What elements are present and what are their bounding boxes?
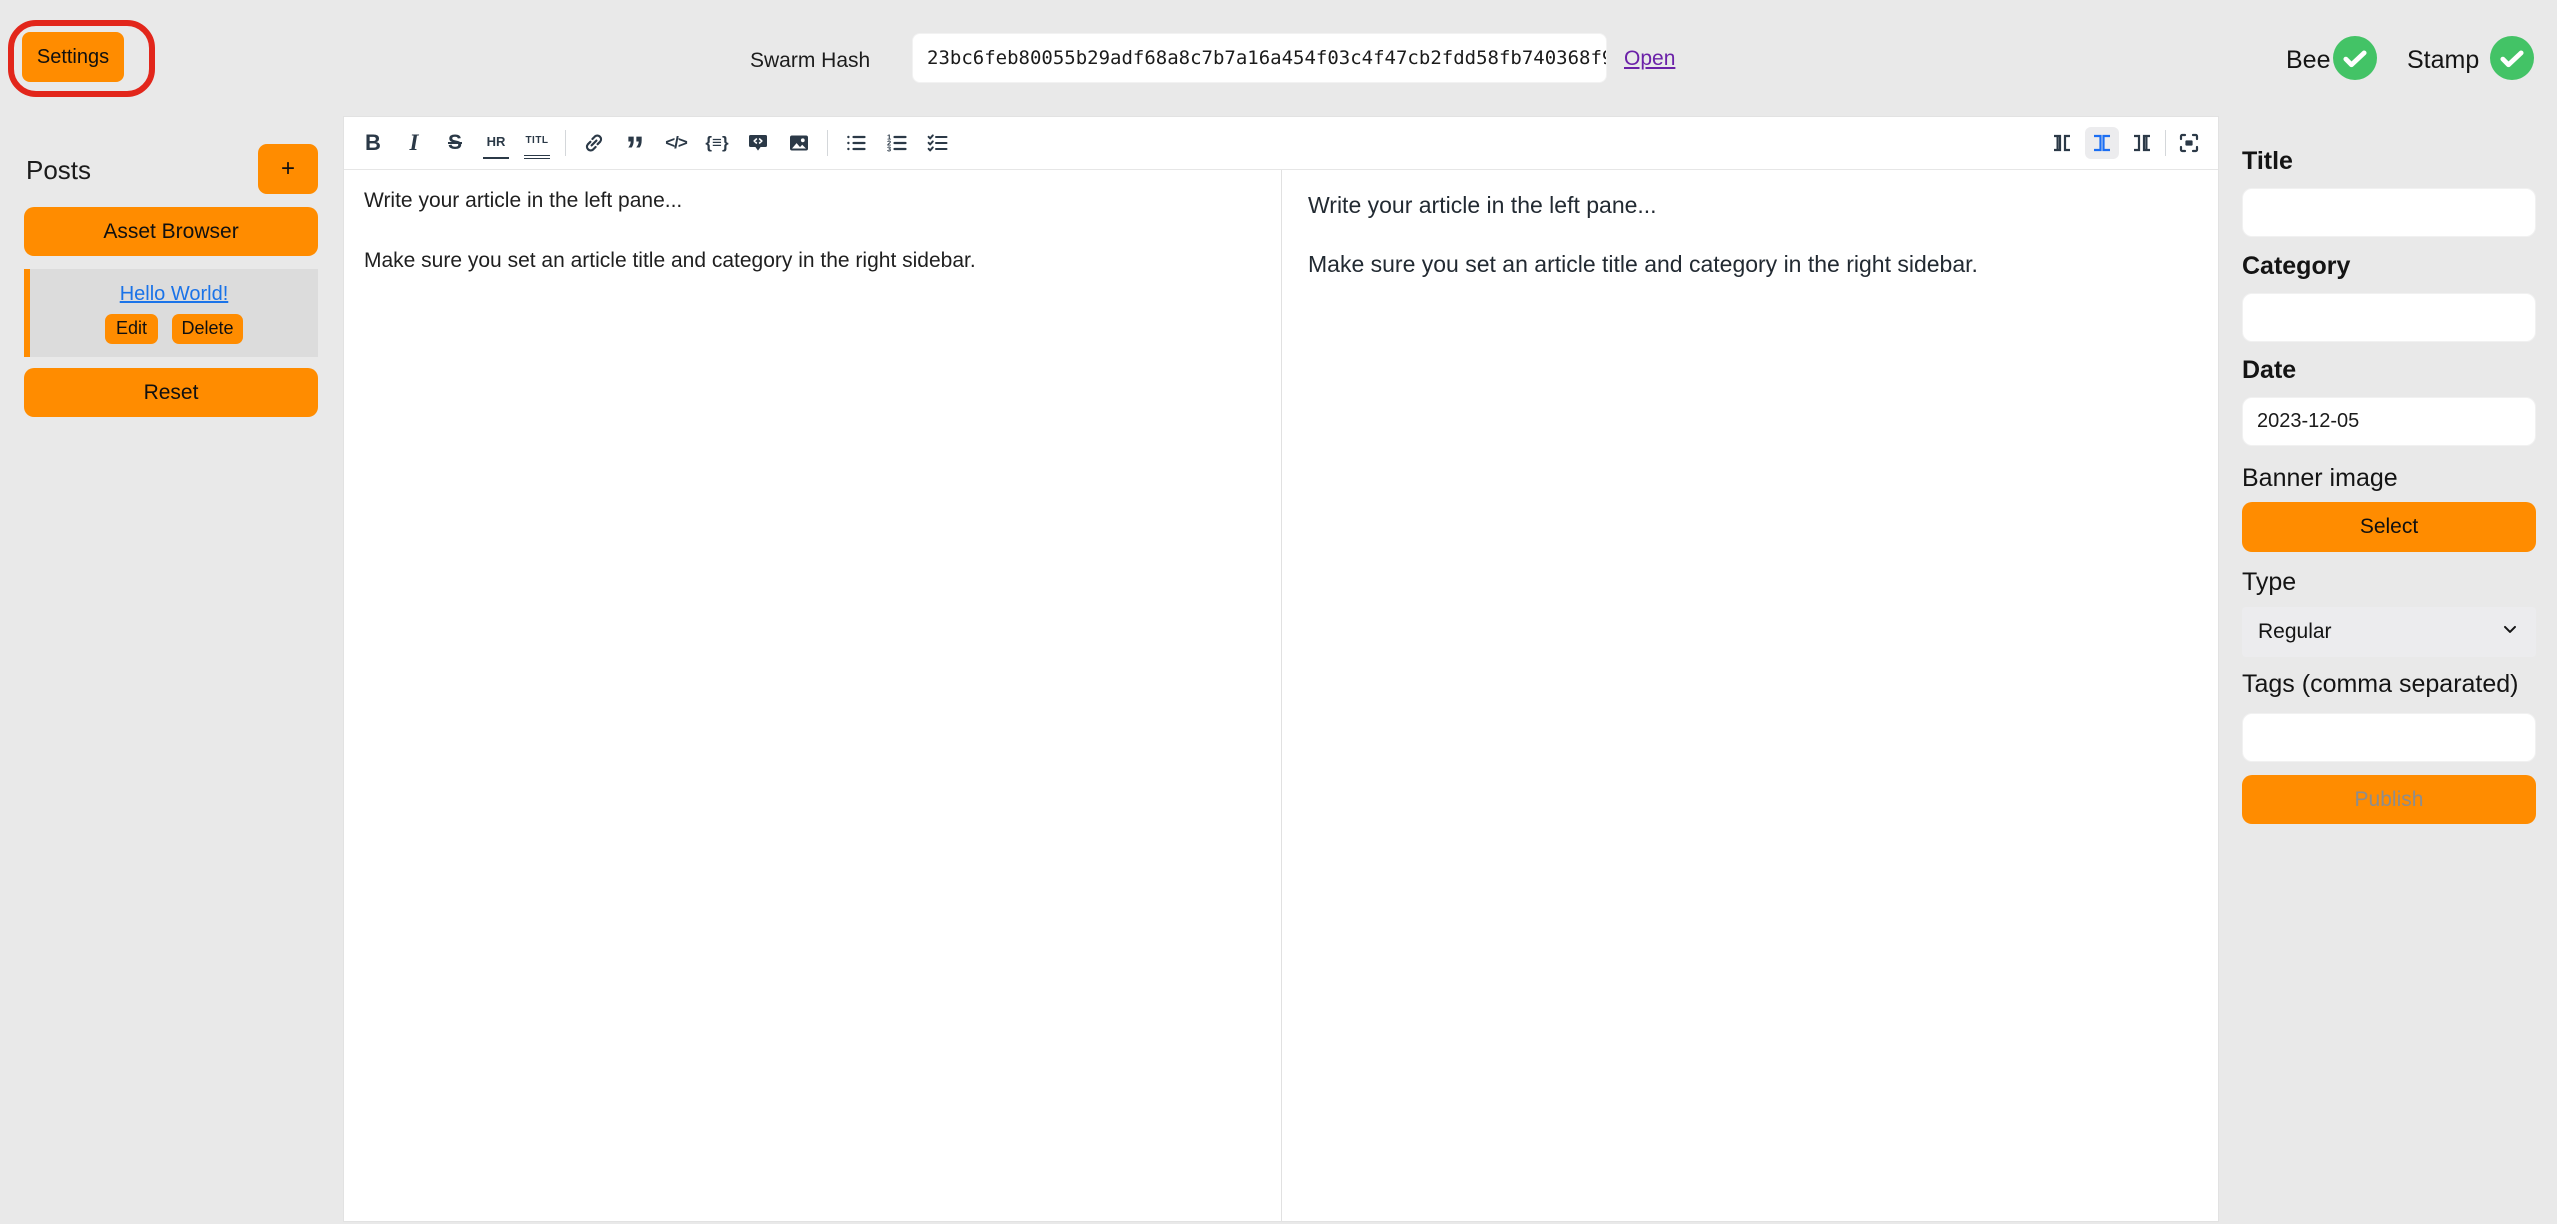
stamp-check-icon	[2490, 36, 2534, 80]
type-selected-value: Regular	[2258, 620, 2332, 644]
preview-paragraph: Make sure you set an article title and c…	[1308, 251, 2192, 278]
editor-panes: Write your article in the left pane... M…	[344, 170, 2218, 1221]
toolbar-divider	[565, 130, 566, 156]
date-label: Date	[2242, 356, 2296, 385]
title-input[interactable]	[2242, 188, 2536, 237]
swarm-hash-label: Swarm Hash	[750, 49, 870, 73]
delete-post-button[interactable]: Delete	[172, 314, 243, 344]
markdown-preview-pane: Write your article in the left pane... M…	[1282, 170, 2218, 1221]
embed-icon[interactable]	[745, 127, 771, 159]
horizontal-rule-icon[interactable]: HR	[483, 127, 509, 159]
strikethrough-icon[interactable]: S	[442, 127, 468, 159]
preview-paragraph: Write your article in the left pane...	[1308, 192, 2192, 219]
date-input[interactable]	[2242, 397, 2536, 446]
swarm-hash-input[interactable]: 23bc6feb80055b29adf68a8c7b7a16a454f03c4f…	[912, 33, 1607, 83]
type-label: Type	[2242, 568, 2296, 597]
unordered-list-icon[interactable]	[843, 127, 869, 159]
toolbar-divider	[2165, 130, 2166, 156]
heading-icon[interactable]: TITL	[524, 127, 550, 159]
post-actions: Edit Delete	[105, 314, 243, 344]
add-post-button[interactable]: +	[258, 144, 318, 194]
ordered-list-icon[interactable]: 1 2 3	[884, 127, 910, 159]
markdown-editor: B I S HR TITL ” </> {≡}	[343, 116, 2219, 1222]
tags-input[interactable]	[2242, 713, 2536, 762]
publish-button[interactable]: Publish	[2242, 775, 2536, 824]
view-mode-split-icon[interactable]	[2085, 127, 2119, 159]
asset-browser-button[interactable]: Asset Browser	[24, 207, 318, 256]
view-mode-preview-icon[interactable]	[2129, 127, 2155, 159]
toolbar-divider	[827, 130, 828, 156]
post-list-item: Hello World! Edit Delete	[24, 269, 318, 357]
settings-button[interactable]: Settings	[22, 32, 124, 82]
svg-text:3: 3	[887, 144, 891, 153]
editor-toolbar: B I S HR TITL ” </> {≡}	[344, 117, 2218, 170]
reset-button[interactable]: Reset	[24, 368, 318, 417]
edit-post-button[interactable]: Edit	[105, 314, 158, 344]
source-line	[364, 216, 1261, 246]
markdown-source-pane[interactable]: Write your article in the left pane... M…	[344, 170, 1282, 1221]
source-line: Make sure you set an article title and c…	[364, 246, 1261, 276]
post-title-link[interactable]: Hello World!	[120, 283, 229, 306]
stamp-status-label: Stamp	[2407, 46, 2479, 75]
type-select[interactable]: Regular	[2242, 607, 2536, 657]
title-label: Title	[2242, 147, 2293, 176]
inline-code-icon[interactable]: </>	[663, 127, 689, 159]
tags-label: Tags (comma separated)	[2242, 670, 2519, 699]
category-input[interactable]	[2242, 293, 2536, 342]
chevron-down-icon	[2500, 619, 2520, 645]
posts-section-title: Posts	[26, 155, 91, 186]
select-banner-button[interactable]: Select	[2242, 502, 2536, 552]
code-block-icon[interactable]: {≡}	[704, 127, 730, 159]
link-icon[interactable]	[581, 127, 607, 159]
banner-image-label: Banner image	[2242, 464, 2398, 493]
toolbar-view-controls	[2049, 127, 2202, 159]
fullscreen-icon[interactable]	[2176, 127, 2202, 159]
italic-icon[interactable]: I	[401, 127, 427, 159]
bee-check-icon	[2333, 36, 2377, 80]
category-label: Category	[2242, 252, 2350, 281]
bold-icon[interactable]: B	[360, 127, 386, 159]
task-list-icon[interactable]	[925, 127, 951, 159]
source-line: Write your article in the left pane...	[364, 186, 1261, 216]
open-link[interactable]: Open	[1624, 47, 1675, 71]
quote-icon[interactable]: ”	[622, 127, 648, 159]
view-mode-editor-icon[interactable]	[2049, 127, 2075, 159]
bee-status-label: Bee	[2286, 46, 2330, 75]
image-icon[interactable]	[786, 127, 812, 159]
